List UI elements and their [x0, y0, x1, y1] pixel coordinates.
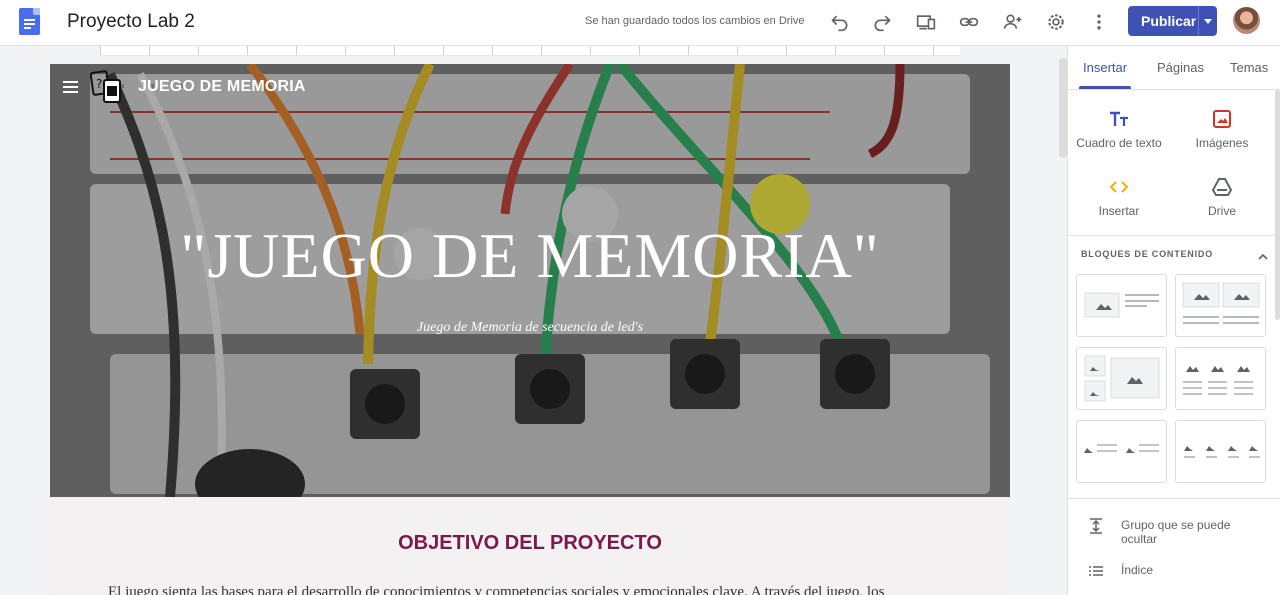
- ruler: [100, 46, 960, 56]
- text-box-icon: [1068, 108, 1170, 130]
- save-status: Se han guardado todos los cambios en Dri…: [585, 15, 805, 27]
- tab-insert[interactable]: Insertar: [1083, 60, 1127, 75]
- panel-scrollbar[interactable]: [1275, 90, 1280, 320]
- insert-text-box-label: Cuadro de texto: [1076, 136, 1162, 150]
- layout-block-2[interactable]: [1175, 274, 1266, 337]
- document-title[interactable]: Proyecto Lab 2: [67, 11, 195, 33]
- settings-icon[interactable]: [1045, 11, 1067, 33]
- section-title[interactable]: OBJETIVO DEL PROYECTO: [50, 532, 1010, 555]
- publish-button[interactable]: Publicar: [1128, 6, 1217, 36]
- insert-embed-button[interactable]: Insertar: [1068, 176, 1170, 218]
- share-icon[interactable]: [1002, 11, 1024, 33]
- site-page: ? JUEGO DE MEMORIA "JUEGO DE MEMORIA" Ju…: [50, 64, 1010, 595]
- layout-block-5[interactable]: [1076, 420, 1167, 483]
- insert-images-button[interactable]: Imágenes: [1171, 108, 1273, 150]
- hamburger-menu-icon[interactable]: [63, 81, 78, 93]
- hero-title[interactable]: "JUEGO DE MEMORIA": [50, 219, 1010, 293]
- canvas-scrollbar[interactable]: [1059, 58, 1067, 158]
- layout-block-1[interactable]: [1076, 274, 1167, 337]
- more-vert-icon[interactable]: [1088, 11, 1110, 33]
- tab-themes[interactable]: Temas: [1230, 60, 1268, 75]
- collapsible-group-icon: [1088, 518, 1104, 534]
- layout-block-4[interactable]: [1175, 347, 1266, 410]
- hero-subtitle[interactable]: Juego de Memoria de secuencia de led's: [50, 320, 1010, 336]
- insert-drive-button[interactable]: Drive: [1171, 176, 1273, 218]
- table-of-contents-icon: [1088, 563, 1104, 579]
- link-icon[interactable]: [958, 11, 980, 33]
- redo-icon[interactable]: [871, 11, 893, 33]
- tab-pages[interactable]: Páginas: [1157, 60, 1204, 75]
- undo-icon[interactable]: [829, 11, 851, 33]
- insert-text-box-button[interactable]: Cuadro de texto: [1068, 108, 1170, 150]
- publish-dropdown-icon[interactable]: [1204, 19, 1212, 24]
- site-name[interactable]: JUEGO DE MEMORIA: [138, 78, 306, 96]
- drive-icon: [1171, 176, 1273, 198]
- image-icon: [1171, 108, 1273, 130]
- publish-label: Publicar: [1141, 13, 1197, 29]
- table-of-contents-label: Índice: [1121, 563, 1154, 577]
- layout-block-6[interactable]: [1175, 420, 1266, 483]
- insert-drive-label: Drive: [1207, 204, 1236, 218]
- collapsible-group-label: Grupo que se puede ocultar: [1121, 518, 1231, 546]
- table-of-contents-button[interactable]: Índice: [1088, 563, 1278, 581]
- top-bar: Proyecto Lab 2 Se han guardado todos los…: [0, 0, 1280, 46]
- insert-embed-label: Insertar: [1098, 204, 1140, 218]
- preview-icon[interactable]: [915, 11, 937, 33]
- svg-text:?: ?: [96, 77, 102, 91]
- hero-banner[interactable]: ? JUEGO DE MEMORIA "JUEGO DE MEMORIA" Ju…: [50, 64, 1010, 497]
- embed-icon: [1068, 176, 1170, 198]
- avatar[interactable]: [1233, 7, 1260, 34]
- collapse-chevron-icon[interactable]: [1258, 249, 1268, 260]
- body-paragraph[interactable]: El juego sienta las bases para el desarr…: [108, 584, 968, 595]
- side-panel: Insertar Páginas Temas Cuadro de texto I…: [1067, 46, 1280, 595]
- sites-logo-icon[interactable]: [19, 8, 40, 35]
- collapsible-group-button[interactable]: Grupo que se puede ocultar: [1088, 518, 1278, 548]
- insert-images-label: Imágenes: [1195, 136, 1249, 150]
- layout-block-3[interactable]: [1076, 347, 1167, 410]
- content-blocks-heading: BLOQUES DE CONTENIDO: [1081, 249, 1214, 259]
- site-logo-icon[interactable]: ?: [89, 70, 124, 104]
